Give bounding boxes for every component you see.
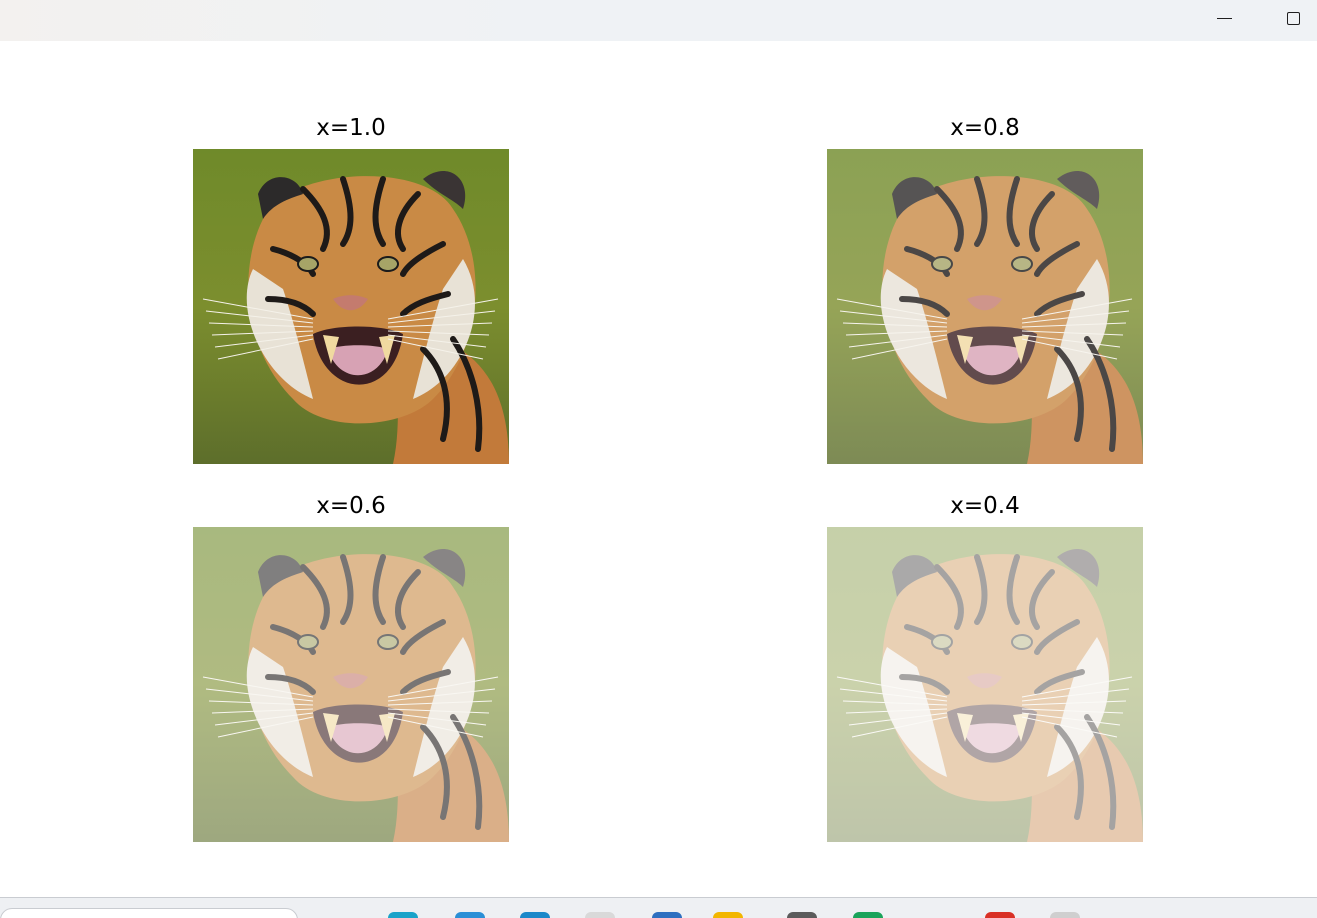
maximize-icon (1286, 12, 1300, 25)
tiger-image-1 (193, 149, 509, 464)
tray-icon[interactable] (1050, 912, 1080, 918)
folder-icon[interactable] (713, 912, 743, 918)
tiger-eye-left (931, 256, 953, 272)
tiger-eye-left (931, 634, 953, 650)
image-panel-3 (193, 527, 509, 842)
minimize-button[interactable] (1201, 0, 1247, 37)
image-panel-1 (193, 149, 509, 464)
tiger-image-2 (827, 149, 1143, 464)
edge-icon[interactable] (520, 912, 550, 918)
panel-title-4: x=0.4 (950, 493, 1020, 519)
mail-icon[interactable] (652, 912, 682, 918)
chrome-icon[interactable] (985, 912, 1015, 918)
window-titlebar (0, 0, 1317, 41)
maximize-button[interactable] (1270, 0, 1316, 37)
tiger-eye-right (1011, 634, 1033, 650)
image-panel-2 (827, 149, 1143, 464)
app-icon[interactable] (787, 912, 817, 918)
tiger-eye-left (297, 634, 319, 650)
panel-title-1: x=1.0 (316, 115, 386, 141)
store-icon[interactable] (455, 912, 485, 918)
file-icon[interactable] (585, 912, 615, 918)
taskbar (0, 897, 1317, 918)
tiger-eye-right (377, 634, 399, 650)
minimize-icon (1216, 18, 1232, 19)
tiger-image-3 (193, 527, 509, 842)
browser-icon[interactable] (388, 912, 418, 918)
app-icon-2[interactable] (853, 912, 883, 918)
tiger-eye-right (377, 256, 399, 272)
panel-title-3: x=0.6 (316, 493, 386, 519)
tiger-image-4 (827, 527, 1143, 842)
tiger-eye-left (297, 256, 319, 272)
image-panel-4 (827, 527, 1143, 842)
figure-canvas: x=1.0 x=0.8 x=0.6 x=0.4 (0, 41, 1317, 897)
tiger-eye-right (1011, 256, 1033, 272)
panel-title-2: x=0.8 (950, 115, 1020, 141)
